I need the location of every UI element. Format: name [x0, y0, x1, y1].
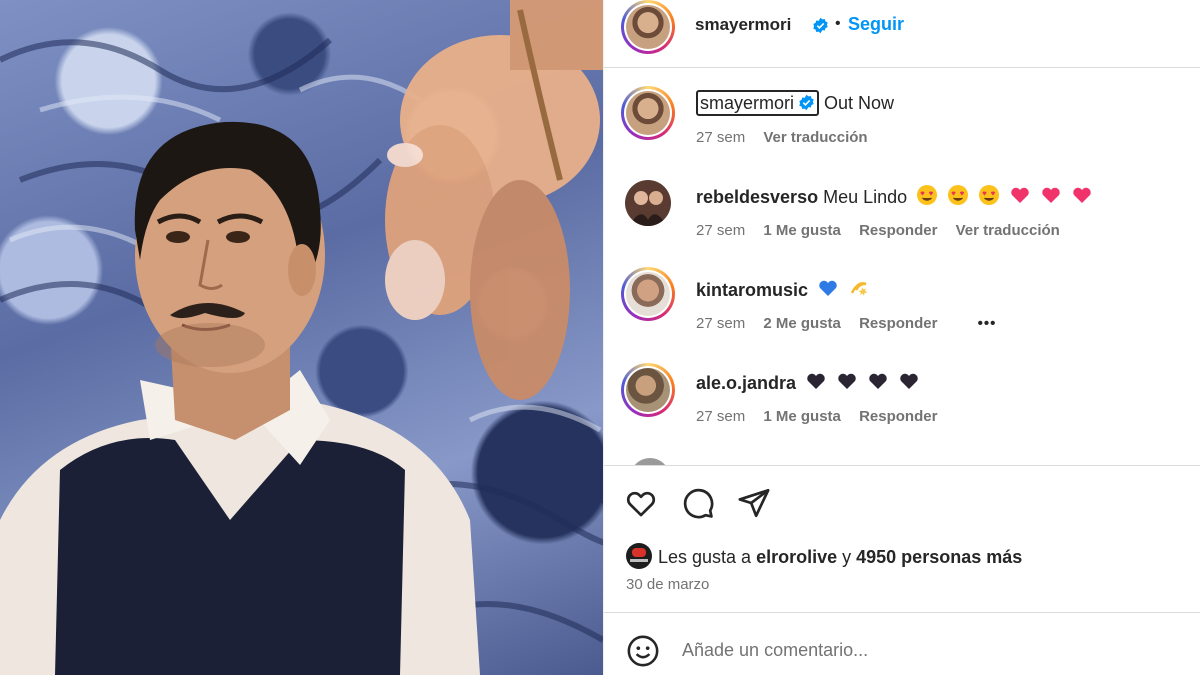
liker-avatar[interactable] [626, 543, 652, 569]
dizzy-emoji-icon [850, 282, 868, 296]
comment-time: 27 sem [696, 315, 746, 332]
post-date: 30 de marzo [626, 576, 710, 593]
likes-summary: Les gusta a elrorolive y 4950 personas m… [626, 543, 1022, 569]
blue-heart-emoji-icon [819, 280, 837, 296]
post-actions: Les gusta a elrorolive y 4950 personas m… [604, 465, 1200, 613]
share-icon[interactable] [737, 486, 771, 520]
verified-icon [799, 94, 814, 111]
add-comment-input[interactable]: Añade un comentario... [682, 640, 868, 661]
comment-time: 27 sem [696, 408, 746, 425]
verified-icon [813, 17, 828, 34]
likes-prefix: Les gusta a [658, 547, 757, 567]
comment-reply-button[interactable]: Responder [859, 408, 937, 425]
comment-emojis [813, 280, 870, 300]
photo-illustration [0, 0, 603, 675]
pink-heart-emoji-icon [1073, 187, 1091, 203]
comment-username[interactable]: kintaromusic [696, 280, 808, 300]
comment-username[interactable]: rebeldesverso [696, 187, 818, 207]
header-separator: • [835, 15, 841, 32]
likes-count[interactable]: 4950 personas más [856, 547, 1022, 567]
post-photo[interactable] [0, 0, 603, 675]
black-heart-emoji-icon [900, 373, 918, 389]
comment-text: Meu Lindo [823, 187, 908, 207]
caption-time: 27 sem [696, 129, 746, 146]
comment-time: 27 sem [696, 222, 746, 239]
emoji-icon[interactable] [626, 634, 660, 668]
black-heart-emoji-icon [869, 373, 887, 389]
comment-1: rebeldesverso Meu Lindo [696, 184, 1093, 208]
comment-translate-link[interactable]: Ver traducción [956, 222, 1060, 239]
more-options-icon[interactable]: ••• [978, 315, 997, 332]
caption-avatar[interactable] [621, 86, 675, 140]
post-side-panel: smayermori • Seguir smayermori Out Now 2… [603, 0, 1200, 675]
comment-emojis [801, 373, 920, 393]
caption-translate-link[interactable]: Ver traducción [763, 129, 867, 146]
pink-heart-emoji-icon [1011, 187, 1029, 203]
post-header: smayermori • Seguir [604, 0, 1200, 68]
likes-joiner: y [837, 547, 857, 567]
comment-avatar[interactable] [625, 180, 671, 226]
comment-2-meta: 27 sem 2 Me gusta Responder ••• [696, 315, 1010, 332]
black-heart-emoji-icon [838, 373, 856, 389]
comment-username[interactable]: ale.o.jandra [696, 373, 796, 393]
comment-avatar[interactable] [621, 363, 675, 417]
author-username[interactable]: smayermori [695, 15, 791, 35]
follow-button[interactable]: Seguir [848, 14, 904, 35]
comment-avatar-partial [630, 458, 670, 465]
comment-reply-button[interactable]: Responder [859, 315, 937, 332]
comment-likes-link[interactable]: 1 Me gusta [763, 222, 841, 239]
author-avatar[interactable] [621, 0, 675, 54]
heart-eyes-emoji-icon [948, 185, 969, 205]
comment-reply-button[interactable]: Responder [859, 222, 937, 239]
pink-heart-emoji-icon [1042, 187, 1060, 203]
heart-eyes-emoji-icon [979, 185, 1000, 205]
comment-avatar[interactable] [621, 267, 675, 321]
comment-emojis [912, 185, 1093, 207]
comment-icon[interactable] [681, 486, 715, 520]
liker-username[interactable]: elrorolive [756, 547, 837, 567]
heart-eyes-emoji-icon [917, 185, 938, 205]
comment-3: ale.o.jandra [696, 370, 920, 394]
comment-likes-link[interactable]: 2 Me gusta [763, 315, 841, 332]
black-heart-emoji-icon [807, 373, 825, 389]
add-comment-bar: Añade un comentario... [604, 614, 1200, 675]
heart-icon[interactable] [624, 486, 658, 520]
caption-username[interactable]: smayermori [696, 90, 820, 116]
caption: smayermori Out Now [696, 90, 895, 116]
caption-meta: 27 sem Ver traducción [696, 129, 882, 146]
caption-text: Out Now [824, 93, 895, 113]
comment-1-meta: 27 sem 1 Me gusta Responder Ver traducci… [696, 222, 1074, 239]
comment-2: kintaromusic [696, 277, 870, 301]
comment-3-meta: 27 sem 1 Me gusta Responder [696, 408, 951, 425]
comment-likes-link[interactable]: 1 Me gusta [763, 408, 841, 425]
